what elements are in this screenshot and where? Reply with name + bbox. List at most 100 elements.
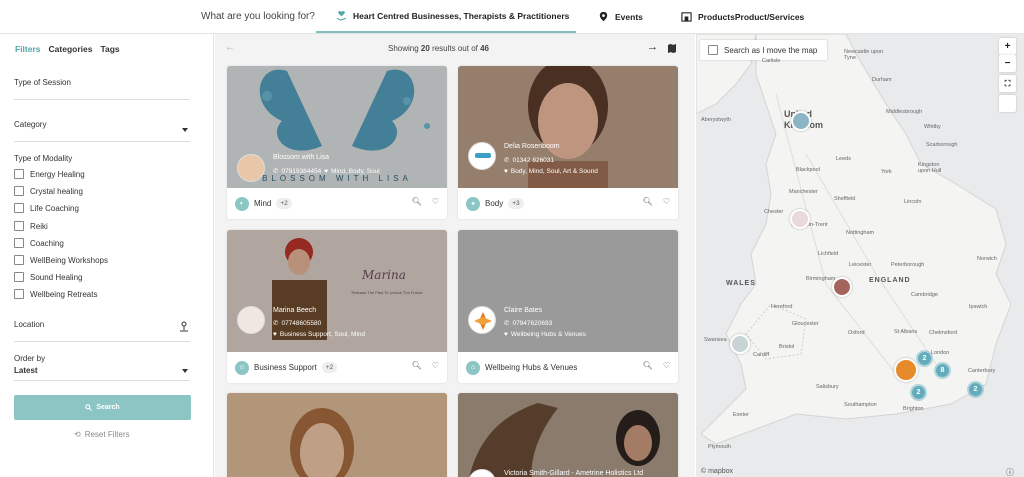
listing-card[interactable]: Marina Release The Past To Unlock The Fu… (227, 230, 447, 383)
map-cluster[interactable]: 2 (967, 381, 984, 398)
favorite-heart-icon[interactable]: ♡ (432, 361, 439, 370)
card-title: Claire Bates (504, 307, 543, 314)
tab-categories[interactable]: Categories (49, 44, 93, 54)
checkbox[interactable] (14, 186, 24, 196)
map-town-label: Durham (872, 77, 892, 83)
location-field[interactable]: Location (14, 320, 190, 342)
map-town-label: Peterborough (891, 262, 925, 268)
map-cluster[interactable]: 8 (934, 362, 951, 379)
zoom-in-button[interactable]: + (999, 38, 1016, 55)
more-categories-badge[interactable]: +2 (276, 198, 292, 209)
tab-filters[interactable]: Filters (15, 44, 41, 54)
checkbox-reiki[interactable]: Reiki (14, 221, 48, 231)
search-as-move-toggle[interactable]: Search as I move the map (700, 40, 827, 60)
listing-card[interactable]: BLOSSOM WITH LISA Blossom with Lisa ✆ 079… (227, 66, 447, 219)
checkbox[interactable] (14, 221, 24, 231)
heart-icon: ♥ (273, 331, 277, 338)
map-marker-logo[interactable] (894, 358, 918, 382)
checkbox[interactable] (708, 45, 718, 55)
card-image (227, 393, 447, 477)
order-select[interactable]: Latest (14, 366, 190, 381)
zoom-search-icon[interactable]: 🔍︎ (412, 197, 422, 206)
map-marker-avatar[interactable] (790, 209, 810, 229)
map-marker-avatar[interactable] (832, 277, 852, 297)
map-town-label: Chelmsford (929, 330, 958, 336)
map-attribution[interactable]: © mapbox (701, 468, 733, 475)
tab-products[interactable]: ProductsProduct/Services (681, 0, 804, 33)
company-logo (468, 306, 496, 334)
modality-label: Type of Modality (14, 154, 73, 163)
zoom-search-icon[interactable]: 🔍︎ (643, 197, 653, 206)
favorite-heart-icon[interactable]: ♡ (663, 197, 670, 206)
checkbox-crystal-healing[interactable]: Crystal healing (14, 186, 83, 196)
checkbox[interactable] (14, 289, 24, 299)
checkbox-wellbeing-workshops[interactable]: WellBeing Workshops (14, 255, 108, 265)
info-icon[interactable]: ⓘ (1006, 467, 1014, 477)
listing-card[interactable]: Delia Rosenboom ✆ 01342 826031 ♥ Body, Min… (458, 66, 678, 219)
tab-label: ProductsProduct/Services (698, 11, 805, 22)
map-marker-avatar[interactable] (791, 111, 811, 131)
map-toggle-icon[interactable] (668, 44, 676, 53)
map-town-label: Swansea (704, 337, 727, 343)
map-marker-avatar[interactable] (730, 334, 750, 354)
map-cluster[interactable]: 2 (910, 384, 927, 401)
card-footer: ☺ Business Support +2 🔍︎ ♡ (227, 352, 447, 383)
map-cluster[interactable]: 2 (916, 350, 933, 367)
checkbox[interactable] (14, 238, 24, 248)
zoom-search-icon[interactable]: 🔍︎ (412, 361, 422, 370)
checkbox-label: Wellbeing Retreats (30, 289, 98, 299)
forward-arrow-icon[interactable]: → (647, 41, 658, 53)
type-of-session-field[interactable]: Type of Session (14, 78, 190, 100)
category-select[interactable]: Category (14, 120, 190, 142)
checkbox[interactable] (14, 255, 24, 265)
map-style-button[interactable] (999, 95, 1016, 112)
back-arrow-icon[interactable]: ← (225, 42, 235, 53)
listing-card[interactable]: Victoria Smith-Gillard - Ametrine Holist… (458, 393, 678, 477)
heart-icon: ♥ (324, 167, 329, 175)
tab-tags[interactable]: Tags (100, 44, 119, 54)
checkbox-wellbeing-retreats[interactable]: Wellbeing Retreats (14, 289, 97, 299)
card-tags: Mind, Body, Soul (331, 167, 380, 175)
more-categories-badge[interactable]: +3 (508, 198, 524, 209)
more-categories-badge[interactable]: +2 (321, 362, 338, 373)
favorite-heart-icon[interactable]: ♡ (663, 361, 670, 370)
checkbox-energy-healing[interactable]: Energy Healing (14, 169, 85, 179)
phone-icon: ✆ (504, 157, 510, 164)
card-phone-line: ✆ 07919384454 ♥ Mind, Body, Soul (273, 167, 380, 176)
map-panel[interactable]: Search as I move the map + − ⛶ Carlisle … (696, 34, 1024, 477)
results-panel: ← Showing 20 results out of 46 → BLOSSOM… (215, 34, 695, 477)
tab-businesses[interactable]: Heart Centred Businesses, Therapists & P… (316, 0, 576, 33)
category-icon: ◐ (235, 196, 249, 211)
shop-icon (681, 12, 692, 22)
phone-icon: ✆ (273, 168, 279, 175)
tab-events[interactable]: Events (598, 0, 643, 33)
card-phone: 07919384454 (281, 167, 322, 175)
map-town-label: Canterbury (968, 368, 996, 374)
zoom-search-icon[interactable]: 🔍︎ (643, 361, 653, 370)
checkbox-sound-healing[interactable]: Sound Healing (14, 272, 82, 282)
search-as-move-label: Search as I move the map (724, 45, 818, 55)
category-label: Mind (254, 199, 272, 208)
listing-card[interactable] (227, 393, 447, 477)
chevron-down-icon (182, 128, 188, 132)
map-town-label: Sheffield (834, 196, 856, 202)
checkbox[interactable] (14, 203, 24, 213)
checkbox[interactable] (14, 272, 24, 282)
checkbox-life-coaching[interactable]: Life Coaching (14, 203, 79, 213)
heart-icon: ♥ (504, 168, 508, 175)
search-button[interactable]: Search (14, 395, 191, 420)
favorite-heart-icon[interactable]: ♡ (432, 197, 439, 206)
checkbox-coaching[interactable]: Coaching (14, 238, 64, 248)
results-header: ← Showing 20 results out of 46 → (215, 34, 695, 63)
venue-category-icon: ⌂ (466, 360, 480, 375)
locate-icon[interactable] (179, 321, 189, 332)
fullscreen-icon[interactable]: ⛶ (999, 75, 1016, 92)
zoom-out-button[interactable]: − (999, 55, 1016, 72)
field-label: Location (14, 320, 45, 329)
map-town-label: Whitby (924, 124, 941, 130)
listing-card[interactable]: Claire Bates ✆ 07947620693 ♥ Wellbeing Hub… (458, 230, 678, 383)
reset-filters-button[interactable]: ⟲ Reset Filters (74, 430, 130, 439)
checkbox-label: Life Coaching (30, 203, 79, 213)
phone-icon: ✆ (504, 320, 510, 327)
checkbox[interactable] (14, 169, 24, 179)
